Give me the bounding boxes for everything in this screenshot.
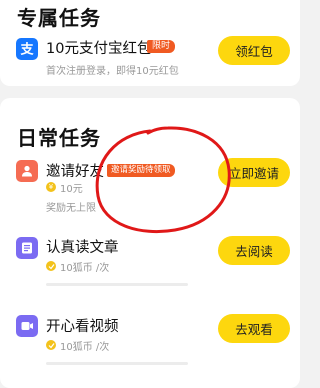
read-article-progress: [46, 283, 188, 286]
invite-friend-icon: [16, 160, 38, 182]
invite-reward-note: 奖励无上限: [46, 203, 96, 214]
watch-video-progress: [46, 362, 188, 365]
limited-time-badge: 限时: [147, 40, 176, 53]
daily-tasks-card: 日常任务 邀请好友 邀请奖励待领取 ¥ 10元 奖励无上限 立即邀请 认真读文章…: [0, 98, 300, 388]
alipay-icon: 支: [16, 38, 38, 60]
watch-video-reward: 10狐币 /次: [60, 342, 110, 353]
article-icon: [16, 237, 38, 259]
go-read-button[interactable]: 去阅读: [218, 236, 290, 265]
read-article-title: 认真读文章: [46, 240, 119, 256]
invite-friend-title: 邀请好友: [46, 164, 104, 180]
exclusive-tasks-card: 专属任务 支 10元支付宝红包 限时 首次注册登录，即得10元红包 领红包: [0, 0, 300, 86]
invite-reward-badge: 邀请奖励待领取: [107, 164, 175, 177]
fox-coin-icon: [46, 261, 56, 271]
svg-text:支: 支: [19, 42, 34, 58]
claim-red-packet-button[interactable]: 领红包: [218, 36, 290, 65]
watch-video-title: 开心看视频: [46, 319, 119, 335]
fox-coin-icon: [46, 340, 56, 350]
alipay-task-subtitle: 首次注册登录，即得10元红包: [46, 66, 179, 77]
alipay-task-title: 10元支付宝红包: [46, 41, 152, 57]
video-icon: [16, 315, 38, 337]
cash-coin-icon: ¥: [46, 182, 56, 192]
exclusive-tasks-title: 专属任务: [17, 6, 101, 30]
invite-reward-amount: 10元: [60, 184, 83, 195]
read-article-reward: 10狐币 /次: [60, 263, 110, 274]
go-watch-button[interactable]: 去观看: [218, 314, 290, 343]
daily-tasks-title: 日常任务: [17, 126, 101, 150]
invite-now-button[interactable]: 立即邀请: [218, 158, 290, 187]
